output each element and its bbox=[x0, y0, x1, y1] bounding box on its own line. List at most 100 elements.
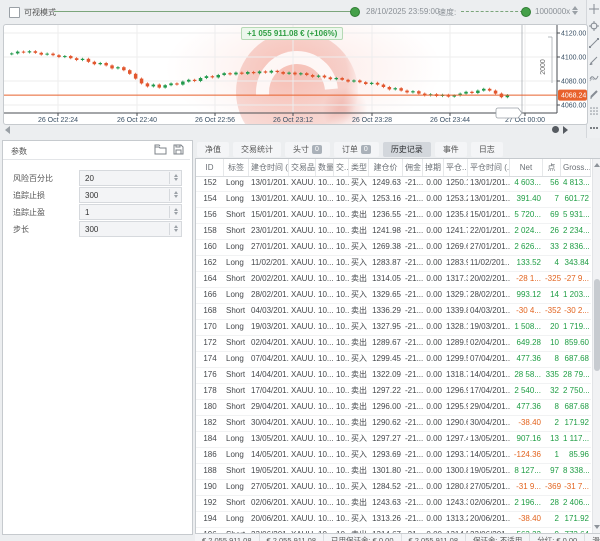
table-cell: XAUU... bbox=[291, 306, 316, 315]
table-cell: XAUU... bbox=[291, 498, 316, 507]
tab-事件[interactable]: 事件 bbox=[434, 141, 467, 157]
parameter-input[interactable]: 1 bbox=[79, 204, 182, 220]
tab-日志[interactable]: 日志 bbox=[470, 141, 503, 157]
parameter-input[interactable]: 300 bbox=[79, 221, 182, 237]
time-progress-slider[interactable] bbox=[54, 11, 354, 12]
parameter-label: 追踪止盈 bbox=[13, 208, 45, 217]
column-header[interactable]: 平仓时间 (... bbox=[468, 159, 510, 176]
table-row[interactable]: 160Long27/01/201...XAUU...10...10...买入12… bbox=[196, 240, 591, 256]
table-row[interactable]: 180Short29/04/201...XAUU...10...10...卖出1… bbox=[196, 400, 591, 416]
table-cell: 10... bbox=[318, 226, 334, 235]
column-header[interactable]: 掉期 bbox=[423, 159, 444, 176]
tab-订单[interactable]: 订单 0 bbox=[333, 141, 379, 157]
table-cell: 27/05/201... bbox=[470, 482, 510, 491]
marker-icon[interactable] bbox=[587, 85, 600, 102]
column-header[interactable]: 点 bbox=[543, 159, 561, 176]
table-cell: XAUU... bbox=[291, 290, 316, 299]
visual-mode-checkbox[interactable] bbox=[9, 7, 20, 18]
column-header[interactable]: 类型 bbox=[349, 159, 369, 176]
target-icon[interactable] bbox=[587, 17, 600, 34]
table-cell: 30/04/201... bbox=[470, 418, 510, 427]
column-header[interactable]: Net bbox=[510, 159, 543, 176]
table-cell: 卖出 bbox=[351, 210, 367, 219]
parameter-input[interactable]: 300 bbox=[79, 187, 182, 203]
scroll-down-icon[interactable] bbox=[594, 525, 600, 529]
table-cell: 0.00 bbox=[426, 450, 442, 459]
table-row[interactable]: 164Short20/02/201...XAUU...10...10...卖出1… bbox=[196, 272, 591, 288]
more-icon[interactable] bbox=[587, 119, 600, 136]
pen-icon[interactable] bbox=[587, 51, 600, 68]
chart-scroll-thumb[interactable] bbox=[552, 126, 559, 133]
table-cell: 卖出 bbox=[351, 370, 367, 379]
table-row[interactable]: 176Short14/04/201...XAUU...10...10...卖出1… bbox=[196, 368, 591, 384]
speed-slider-handle[interactable] bbox=[521, 7, 531, 17]
column-header[interactable]: ID bbox=[196, 159, 224, 176]
table-row[interactable]: 152Long13/01/201...XAUU...10...10...买入12… bbox=[196, 176, 591, 192]
table-cell: 1329.79 bbox=[446, 290, 468, 299]
column-header[interactable]: 佣金 bbox=[403, 159, 423, 176]
table-cell: 13 bbox=[550, 434, 559, 443]
table-row[interactable]: 178Short17/04/201...XAUU...10...10...卖出1… bbox=[196, 384, 591, 400]
table-cell: 1327.95 bbox=[372, 322, 401, 331]
table-row[interactable]: 190Long27/05/201...XAUU...10...10...买入12… bbox=[196, 480, 591, 496]
grid-dots-icon[interactable] bbox=[587, 102, 600, 119]
time-progress-handle[interactable] bbox=[350, 7, 360, 17]
column-header[interactable]: 建仓价 bbox=[369, 159, 403, 176]
scroll-up-icon[interactable] bbox=[594, 163, 600, 167]
table-cell: 10... bbox=[318, 258, 334, 267]
column-header[interactable]: 建仓时间 (... bbox=[249, 159, 289, 176]
parameter-stepper[interactable] bbox=[169, 223, 181, 235]
table-row[interactable]: 174Long07/04/201...XAUU...10...10...买入12… bbox=[196, 352, 591, 368]
speed-value: 1000000x bbox=[535, 7, 571, 16]
table-cell: 0.00 bbox=[426, 514, 442, 523]
table-row[interactable]: 186Long14/05/201...XAUU...10...10...买入12… bbox=[196, 448, 591, 464]
chart-scroll-left-icon[interactable] bbox=[5, 126, 10, 134]
table-row[interactable]: 162Long11/02/201...XAUU...10...10...买入12… bbox=[196, 256, 591, 272]
scroll-thumb[interactable] bbox=[594, 279, 600, 371]
speed-stepper[interactable] bbox=[570, 5, 579, 17]
table-cell: -21... bbox=[405, 322, 423, 331]
column-header[interactable]: 标签 bbox=[224, 159, 249, 176]
table-row[interactable]: 170Long19/03/201...XAUU...10...10...买入13… bbox=[196, 320, 591, 336]
table-row[interactable]: 158Short23/01/201...XAUU...10...10...卖出1… bbox=[196, 224, 591, 240]
trendline-icon[interactable] bbox=[587, 34, 600, 51]
price-chart[interactable]: 4120.00 4100.00 4080.00 4060.00 4068.24 26 Oc… bbox=[3, 24, 588, 125]
save-icon[interactable] bbox=[173, 144, 184, 155]
table-row[interactable]: 192Short02/06/201...XAUU...10...10...卖出1… bbox=[196, 496, 591, 512]
tab-头寸[interactable]: 头寸 0 bbox=[285, 141, 330, 157]
parameter-stepper[interactable] bbox=[169, 172, 181, 184]
parameter-value: 20 bbox=[85, 173, 94, 183]
table-row[interactable]: 172Short02/04/201...XAUU...10...10...卖出1… bbox=[196, 336, 591, 352]
table-row[interactable]: 184Long13/05/201...XAUU...10...10...买入12… bbox=[196, 432, 591, 448]
tab-交易统计[interactable]: 交易统计 bbox=[233, 141, 281, 157]
column-header[interactable]: 数量 bbox=[316, 159, 334, 176]
parameter-stepper[interactable] bbox=[169, 189, 181, 201]
table-row[interactable]: 194Long20/06/201...XAUU...10...10...买入13… bbox=[196, 512, 591, 528]
tab-净值[interactable]: 净值 bbox=[197, 141, 229, 157]
table-row[interactable]: 156Short15/01/201...XAUU...10...10...卖出1… bbox=[196, 208, 591, 224]
table-row[interactable]: 166Long28/02/201...XAUU...10...10...买入13… bbox=[196, 288, 591, 304]
table-vertical-scrollbar[interactable] bbox=[592, 159, 600, 533]
speed-slider[interactable] bbox=[461, 11, 523, 12]
tab-历史记录[interactable]: 历史记录 bbox=[382, 141, 431, 157]
table-cell: 20 bbox=[550, 322, 559, 331]
chart-scroll-right-icon[interactable] bbox=[563, 126, 568, 134]
table-row[interactable]: 154Long13/01/201...XAUU...10...10...买入12… bbox=[196, 192, 591, 208]
parameter-stepper[interactable] bbox=[169, 206, 181, 218]
table-row[interactable]: 168Short04/03/201...XAUU...10...10...卖出1… bbox=[196, 304, 591, 320]
brush-icon[interactable] bbox=[587, 68, 600, 85]
column-header[interactable]: Gross... bbox=[561, 159, 591, 176]
crosshair-icon[interactable] bbox=[587, 0, 600, 17]
column-header[interactable]: 交易品种 bbox=[289, 159, 316, 176]
open-folder-icon[interactable] bbox=[154, 144, 167, 155]
table-cell: XAUU... bbox=[291, 434, 316, 443]
column-header[interactable]: 交... bbox=[334, 159, 349, 176]
table-cell: Long bbox=[226, 290, 244, 299]
table-cell: 10... bbox=[318, 402, 334, 411]
table-row[interactable]: 182Short30/04/201...XAUU...10...10...卖出1… bbox=[196, 416, 591, 432]
column-header[interactable]: 平仓... bbox=[444, 159, 468, 176]
table-cell: -21... bbox=[405, 274, 423, 283]
table-cell: 02/04/201... bbox=[251, 338, 289, 347]
parameter-input[interactable]: 20 bbox=[79, 170, 182, 186]
table-row[interactable]: 188Short19/05/201...XAUU...10...10...卖出1… bbox=[196, 464, 591, 480]
